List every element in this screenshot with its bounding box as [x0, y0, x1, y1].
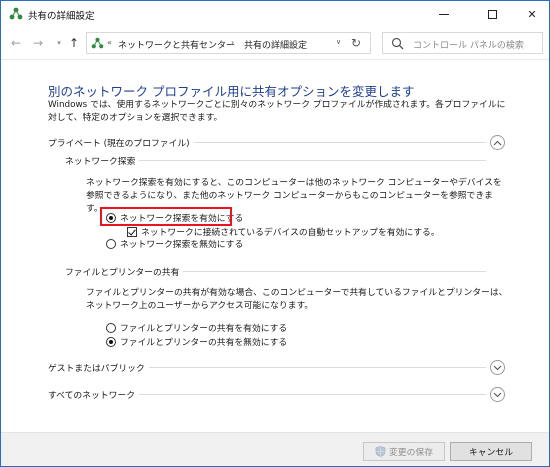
address-dropdown-icon[interactable]: ∨: [336, 38, 341, 46]
breadcrumb-advanced-sharing[interactable]: 共有の詳細設定: [244, 38, 307, 51]
checkbox-checked[interactable]: [127, 226, 137, 237]
network-sharing-icon: [9, 7, 23, 20]
minimize-button[interactable]: [424, 1, 464, 27]
forward-button[interactable]: →: [29, 34, 47, 52]
breadcrumb-overflow[interactable]: «: [107, 38, 112, 47]
option-label: ファイルとプリンターの共有を無効にする: [120, 338, 288, 348]
chevron-right-icon[interactable]: ›: [231, 38, 234, 47]
option-label: ネットワーク探索を無効にする: [120, 240, 244, 250]
close-icon: ✕: [527, 7, 537, 21]
chevron-up-icon: [493, 140, 502, 145]
close-button[interactable]: ✕: [512, 1, 550, 27]
maximize-icon: [487, 9, 497, 19]
cancel-button[interactable]: キャンセル: [450, 442, 532, 461]
chevron-down-icon: [493, 392, 502, 397]
navigation-bar: ← → ▾ ↑ « ネットワークと共有センター › 共有の詳細設定 ∨ ↻ コン…: [1, 29, 549, 59]
title-bar[interactable]: 共有の詳細設定 ✕: [1, 1, 549, 27]
main-content: 別のネットワーク プロファイル用に共有オプションを変更します Windows で…: [1, 60, 549, 432]
refresh-icon[interactable]: ↻: [351, 36, 361, 50]
breadcrumb-network-sharing-center[interactable]: ネットワークと共有センター: [118, 38, 235, 51]
arrow-left-icon: ←: [10, 36, 22, 50]
maximize-button[interactable]: [472, 1, 512, 27]
radio-network-discovery-off[interactable]: ネットワーク探索を無効にする: [106, 237, 243, 250]
window-title: 共有の詳細設定: [28, 11, 95, 22]
collapse-private-button[interactable]: [490, 135, 505, 150]
search-icon: [391, 37, 404, 50]
save-label: 変更の保存: [389, 448, 433, 458]
save-changes-button[interactable]: 変更の保存: [363, 442, 445, 461]
network-sharing-icon: [91, 37, 104, 49]
expand-all-networks-button[interactable]: [490, 387, 505, 402]
highlight-box: [100, 207, 232, 226]
chevron-down-icon: [493, 365, 502, 370]
cancel-label: キャンセル: [469, 448, 513, 458]
arrow-up-icon: ↑: [68, 36, 80, 50]
arrow-right-icon: →: [32, 36, 44, 50]
address-bar[interactable]: « ネットワークと共有センター › 共有の詳細設定 ∨ ↻: [86, 32, 371, 54]
option-label: ファイルとプリンターの共有を有効にする: [120, 324, 288, 334]
section-file-printer-sharing: ファイルとプリンターの共有: [65, 265, 184, 278]
radio-button-selected[interactable]: [106, 336, 116, 347]
expand-guest-public-button[interactable]: [490, 360, 505, 375]
advanced-sharing-settings-window: 共有の詳細設定 ✕ ← → ▾ ↑ « ネットワークと共有センター › 共有の詳…: [0, 0, 550, 467]
radio-button[interactable]: [106, 322, 116, 333]
radio-file-sharing-off[interactable]: ファイルとプリンターの共有を無効にする: [106, 335, 287, 348]
radio-button[interactable]: [106, 238, 116, 249]
section-network-discovery: ネットワーク探索: [65, 154, 140, 167]
up-button[interactable]: ↑: [65, 34, 83, 52]
chevron-down-icon: ▾: [57, 39, 61, 47]
profile-header-private[interactable]: プライベート (現在のプロファイル): [48, 136, 194, 149]
search-placeholder: コントロール パネルの検索: [413, 41, 524, 51]
back-button[interactable]: ←: [7, 34, 25, 52]
footer-bar: 変更の保存 キャンセル: [1, 432, 549, 466]
page-title: 別のネットワーク プロファイル用に共有オプションを変更します: [48, 84, 415, 99]
profile-header-guest-public[interactable]: ゲストまたはパブリック: [48, 361, 149, 374]
profile-header-all-networks[interactable]: すべてのネットワーク: [48, 388, 140, 401]
search-box[interactable]: コントロール パネルの検索: [382, 32, 543, 54]
intro-text: Windows では、使用するネットワークごとに別々のネットワーク プロファイル…: [48, 100, 506, 123]
minimize-icon: [439, 13, 449, 15]
radio-file-sharing-on[interactable]: ファイルとプリンターの共有を有効にする: [106, 321, 287, 334]
uac-shield-icon: [375, 446, 386, 457]
file-printer-sharing-description: ファイルとプリンターの共有が有効な場合、このコンピューターで共有しているファイル…: [86, 288, 508, 311]
